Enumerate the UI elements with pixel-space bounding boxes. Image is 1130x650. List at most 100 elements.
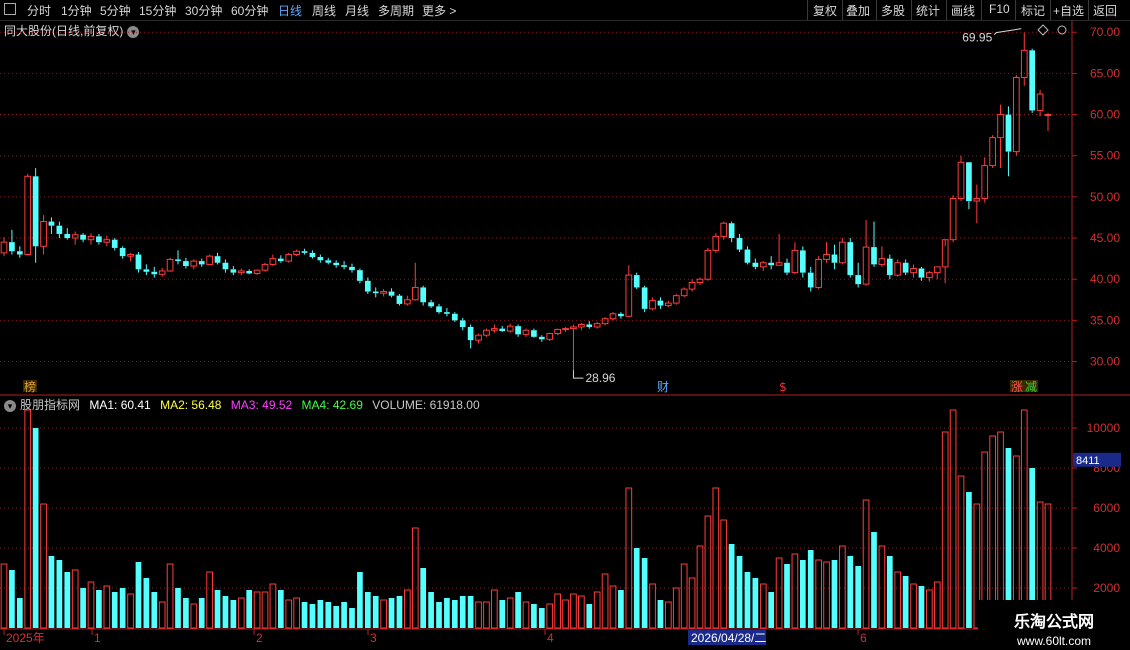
candle-body [246,270,253,274]
draw-line-button[interactable]: 画线 [951,2,975,19]
period-tab-30min[interactable]: 30分钟 [185,2,222,19]
candle-body [411,286,419,301]
overlay-button[interactable]: 叠加 [846,2,870,19]
more-label: 更多 [422,4,447,18]
candle-body [815,258,822,288]
period-tab-15min[interactable]: 15分钟 [139,2,176,19]
watermark-title: 乐淘公式网 [1013,614,1094,631]
candle-body [657,300,664,306]
period-tab-60min[interactable]: 60分钟 [231,2,268,19]
period-tab-weekly[interactable]: 周线 [312,2,336,19]
stock-title[interactable]: 同大股份(日线,前复权) ▾ [4,22,140,39]
date-label: 3 [370,631,377,645]
candle-body [261,263,269,271]
stats-button[interactable]: 统计 [916,2,940,19]
volume-bar [111,592,118,628]
candle-body [522,329,530,335]
price-tick-label: 45.00 [1090,231,1120,245]
volume-bar [720,519,728,629]
volume-bar [736,556,743,628]
stock-title-label: 同大股份(日线,前复权) [4,24,124,38]
volume-bar [293,597,300,629]
volume-bar [246,590,253,628]
period-tab-1min[interactable]: 1分钟 [61,2,92,19]
volume-bar [957,475,965,629]
period-tab-more[interactable]: 更多 > [422,2,456,19]
ma2-value: MA2: 56.48 [160,398,222,412]
volume-bar [878,545,886,629]
volume-bar [791,553,799,629]
volume-bar [554,593,561,629]
stock-chart[interactable]: 70.00 65.00 60.00 55.00 50.00 45.00 40.00 35.00… [0,0,1130,650]
volume-bar [396,596,403,628]
candle-body [166,258,174,272]
candle-body [428,302,434,307]
candle-body [158,270,166,275]
volume-bar [562,599,569,629]
f10-button[interactable]: F10 [989,2,1010,16]
volume-bar [143,578,150,628]
price-tick-label: 55.00 [1090,149,1120,163]
low-label: 28.96 [585,371,615,385]
chevron-down-icon[interactable]: ▾ [127,25,140,38]
candle-body [143,269,150,272]
volume-bar [609,585,617,629]
volume-bar [918,586,925,628]
candle-body [1020,49,1028,79]
volume-bar [601,573,609,629]
candle-body [388,291,395,296]
volume-bar [933,581,941,629]
volume-bar [641,558,648,628]
period-tab-fenshi[interactable]: 分时 [27,2,51,19]
volume-bar [349,608,355,628]
candle-body [784,262,790,273]
period-tab-daily[interactable]: 日线 [278,2,302,19]
divider [807,0,808,20]
top-toolbar: 分时 1分钟 5分钟 15分钟 30分钟 60分钟 日线 周线 月线 多周期 更… [0,0,1130,21]
candle-body [989,137,996,167]
volume-bar [436,602,442,628]
candle-body [672,295,680,304]
price-tick-label: 40.00 [1090,272,1120,286]
volume-bar [625,487,633,629]
candle-body [712,235,720,251]
back-button[interactable]: 返回 [1093,2,1117,19]
divider [1015,0,1016,20]
candle-body [40,221,47,247]
window-menu-icon[interactable] [4,3,16,15]
watermark: 乐淘公式网 www.60lt.com [978,600,1130,650]
candle-body [56,225,63,234]
volume-tick-label: 4000 [1093,541,1120,555]
event-marker: $ [779,380,787,394]
chevron-down-icon[interactable]: ▾ [4,399,16,412]
add-watchlist-button[interactable]: +自选 [1053,2,1084,19]
candle-body [230,269,237,273]
period-tab-multi[interactable]: 多周期 [378,2,414,19]
volume-bar [325,602,332,628]
volume-bar [9,570,15,628]
volume-bar [910,583,917,629]
volume-tick-label: 6000 [1093,501,1120,515]
volume-bar [158,601,166,629]
multi-stock-button[interactable]: 多股 [881,2,905,19]
candle-body [317,256,324,261]
fuquan-button[interactable]: 复权 [813,2,837,19]
candle-body [151,271,158,275]
candle-body [609,313,617,320]
mark-button[interactable]: 标记 [1021,2,1045,19]
candle-body [933,266,941,274]
volume-bar [237,597,245,629]
candle-body [175,259,181,262]
period-tab-5min[interactable]: 5分钟 [100,2,131,19]
indicator-name[interactable]: 股朋指标网 [20,398,80,412]
period-tab-monthly[interactable]: 月线 [345,2,369,19]
candle-body [744,249,751,263]
divider [981,0,982,20]
candle-body [941,239,949,268]
volume-tick-label: 2000 [1093,581,1120,595]
volume-bar [404,589,411,629]
candle-body [253,269,261,274]
candle-body [633,275,640,288]
candle-body [871,247,877,265]
volume-bar [815,559,822,629]
